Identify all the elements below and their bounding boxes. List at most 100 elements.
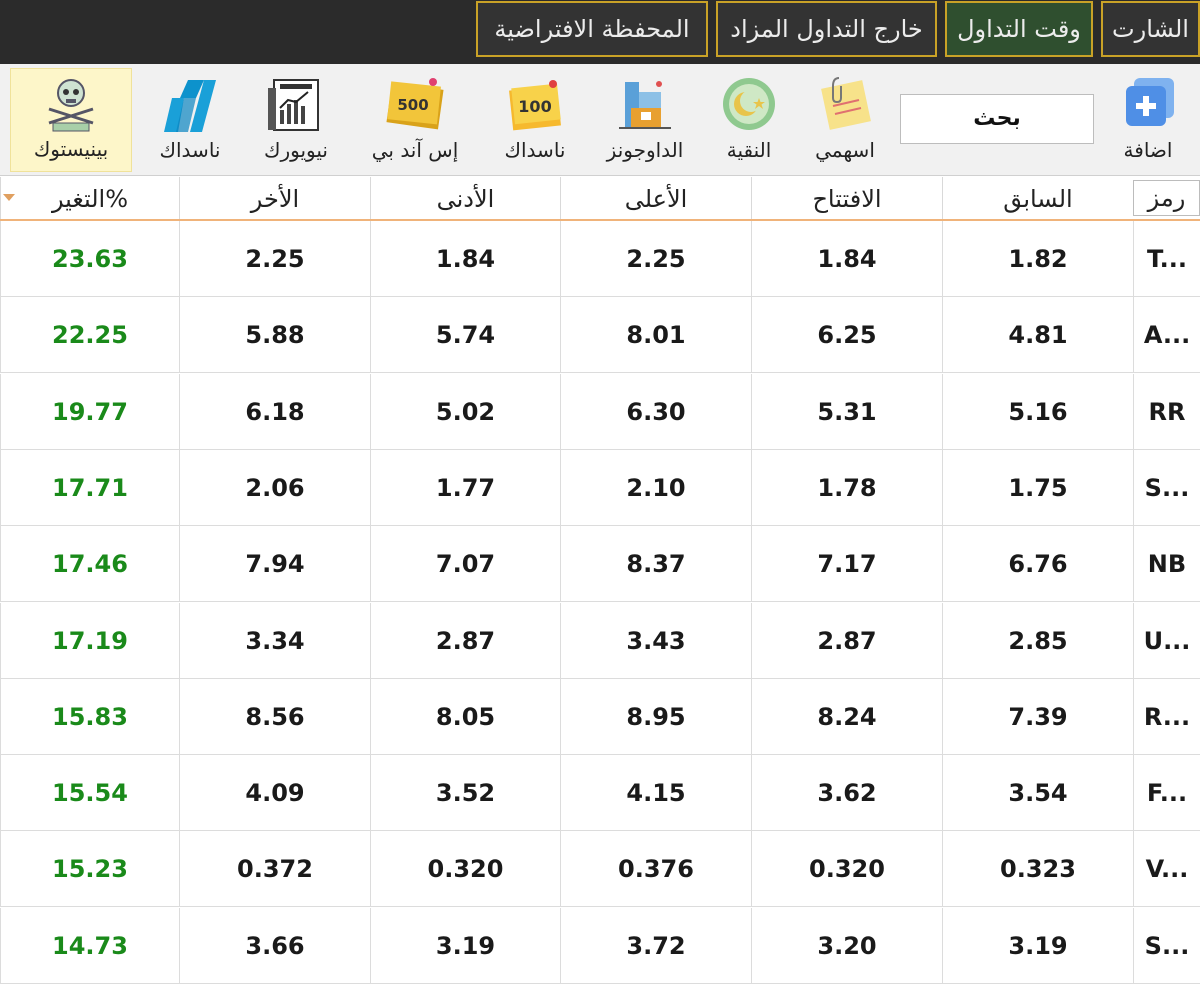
- cell-prev: 2.85: [942, 602, 1133, 678]
- dow-jones-button[interactable]: الداوجونز: [590, 70, 700, 174]
- cell-high: 8.95: [560, 678, 751, 754]
- cell-change: 19.77: [0, 373, 179, 449]
- cell-high: 3.43: [560, 602, 751, 678]
- cell-low: 0.320: [370, 831, 560, 907]
- cell-open: 0.320: [751, 831, 942, 907]
- cell-open: 1.84: [751, 221, 942, 296]
- crescent-badge-icon: [723, 78, 775, 130]
- cell-change: 14.73: [0, 907, 179, 983]
- cell-change: 23.63: [0, 221, 179, 296]
- cell-symbol: U...: [1133, 602, 1200, 678]
- sort-desc-icon: [3, 194, 15, 201]
- cell-open: 3.62: [751, 755, 942, 831]
- cell-last: 4.09: [179, 755, 370, 831]
- add-button[interactable]: اضافة: [1100, 70, 1196, 174]
- cell-low: 8.05: [370, 678, 560, 754]
- cell-change: 17.71: [0, 449, 179, 525]
- add-label: اضافة: [1123, 138, 1173, 162]
- stock-table: رمز السابق الافتتاح الأعلى الأدنى الأخر …: [0, 177, 1200, 990]
- cell-open: 8.24: [751, 678, 942, 754]
- table-row[interactable]: S... 1.75 1.78 2.10 1.77 2.06 17.71: [0, 449, 1200, 526]
- column-header-symbol[interactable]: رمز: [1133, 180, 1200, 216]
- cell-symbol: A...: [1133, 297, 1200, 373]
- cell-symbol: T...: [1133, 221, 1200, 296]
- cell-prev: 5.16: [942, 373, 1133, 449]
- column-header-change[interactable]: التغير%: [0, 177, 179, 219]
- column-header-prev[interactable]: السابق: [942, 177, 1133, 219]
- skull-book-icon: [48, 79, 94, 132]
- nasdaq-button[interactable]: ناسداك: [140, 70, 240, 174]
- newspaper-chart-icon: [268, 79, 319, 131]
- svg-text:500: 500: [397, 96, 428, 114]
- my-shares-label: اسهمي: [815, 138, 875, 162]
- new-york-button[interactable]: نيويورك: [246, 70, 346, 174]
- my-shares-button[interactable]: اسهمي: [800, 70, 890, 174]
- cell-high: 2.25: [560, 221, 751, 296]
- table-row[interactable]: NB 6.76 7.17 8.37 7.07 7.94 17.46: [0, 526, 1200, 603]
- cell-last: 6.18: [179, 373, 370, 449]
- cell-symbol: V...: [1133, 831, 1200, 907]
- search-input[interactable]: بحث: [900, 94, 1094, 144]
- column-header-low[interactable]: الأدنى: [370, 177, 560, 219]
- cell-last: 2.06: [179, 449, 370, 525]
- cell-change: 17.19: [0, 602, 179, 678]
- cell-open: 1.78: [751, 449, 942, 525]
- binance-stock-button[interactable]: بينيستوك: [10, 68, 132, 172]
- table-row[interactable]: T... 1.82 1.84 2.25 1.84 2.25 23.63: [0, 221, 1200, 297]
- table-row[interactable]: A... 4.81 6.25 8.01 5.74 5.88 22.25: [0, 297, 1200, 374]
- cell-prev: 7.39: [942, 678, 1133, 754]
- cell-high: 0.376: [560, 831, 751, 907]
- top-tab-bar: الشارت وقت التداول خارج التداول المزاد ا…: [0, 0, 1200, 64]
- cell-prev: 6.76: [942, 526, 1133, 602]
- cell-high: 2.10: [560, 449, 751, 525]
- table-row[interactable]: RR 5.16 5.31 6.30 5.02 6.18 19.77: [0, 373, 1200, 450]
- cell-last: 3.34: [179, 602, 370, 678]
- cell-open: 2.87: [751, 602, 942, 678]
- nasdaq-100-button[interactable]: 100 ناسداك: [486, 70, 584, 174]
- cell-open: 7.17: [751, 526, 942, 602]
- purity-button[interactable]: النقية: [706, 70, 792, 174]
- cell-change: 17.46: [0, 526, 179, 602]
- tab-after-hours-auction[interactable]: خارج التداول المزاد: [716, 1, 937, 57]
- toolbar: اضافة بحث اسهمي النقية الداوجونز 100 ناس…: [0, 64, 1200, 176]
- cell-low: 7.07: [370, 526, 560, 602]
- sticky-note-clip-icon: [821, 77, 871, 130]
- sp-500-label: إس آند بي: [371, 138, 459, 162]
- cell-low: 5.02: [370, 373, 560, 449]
- column-header-high[interactable]: الأعلى: [560, 177, 751, 219]
- cell-prev: 1.82: [942, 221, 1133, 296]
- cell-open: 5.31: [751, 373, 942, 449]
- buildings-icon: [619, 81, 671, 129]
- table-row[interactable]: V... 0.323 0.320 0.376 0.320 0.372 15.23: [0, 831, 1200, 908]
- cell-symbol: RR: [1133, 373, 1200, 449]
- add-icon: [1126, 78, 1174, 126]
- nasdaq-logo-icon: [164, 80, 216, 132]
- cell-change: 15.83: [0, 678, 179, 754]
- column-header-open[interactable]: الافتتاح: [751, 177, 942, 219]
- table-row[interactable]: F... 3.54 3.62 4.15 3.52 4.09 15.54: [0, 755, 1200, 832]
- table-row[interactable]: R... 7.39 8.24 8.95 8.05 8.56 15.83: [0, 678, 1200, 755]
- cell-symbol: NB: [1133, 526, 1200, 602]
- column-header-change-label: التغير%: [51, 185, 129, 213]
- cell-prev: 3.19: [942, 907, 1133, 983]
- tab-trading-time[interactable]: وقت التداول: [945, 1, 1093, 57]
- table-row[interactable]: S... 3.19 3.20 3.72 3.19 3.66 14.73: [0, 907, 1200, 984]
- purity-label: النقية: [726, 138, 772, 162]
- cell-change: 15.23: [0, 831, 179, 907]
- cell-high: 3.72: [560, 907, 751, 983]
- cell-high: 8.01: [560, 297, 751, 373]
- cell-open: 3.20: [751, 907, 942, 983]
- tab-virtual-portfolio[interactable]: المحفظة الافتراضية: [476, 1, 708, 57]
- cell-low: 5.74: [370, 297, 560, 373]
- table-row[interactable]: U... 2.85 2.87 3.43 2.87 3.34 17.19: [0, 602, 1200, 679]
- cell-change: 15.54: [0, 755, 179, 831]
- nasdaq-100-label: ناسداك: [504, 138, 566, 162]
- column-header-last[interactable]: الأخر: [179, 177, 370, 219]
- cell-high: 6.30: [560, 373, 751, 449]
- cell-open: 6.25: [751, 297, 942, 373]
- sp-500-button[interactable]: 500 إس آند بي: [352, 70, 478, 174]
- cell-high: 8.37: [560, 526, 751, 602]
- cell-low: 2.87: [370, 602, 560, 678]
- cell-last: 2.25: [179, 221, 370, 296]
- tab-chart[interactable]: الشارت: [1101, 1, 1200, 57]
